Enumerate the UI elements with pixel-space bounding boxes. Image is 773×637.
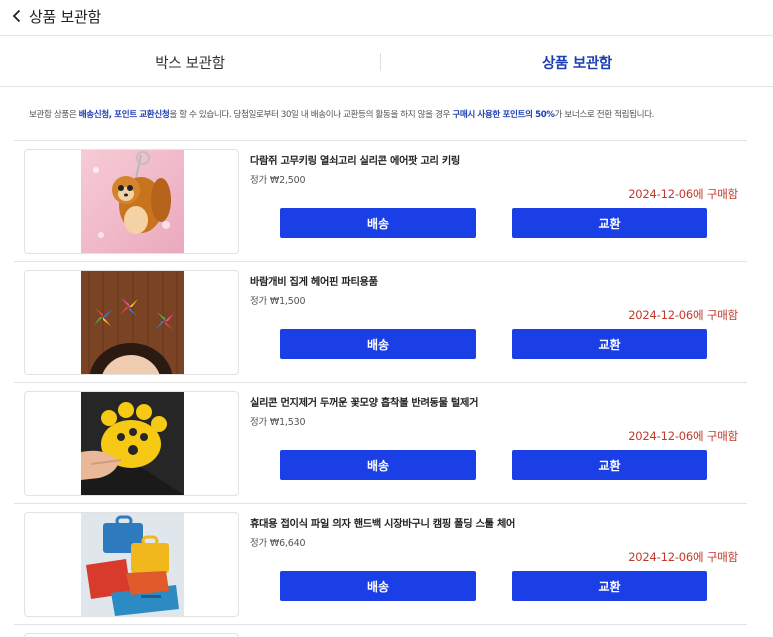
product-name[interactable]: 다람쥐 고무키링 열쇠고리 실리콘 에어팟 고리 키링 <box>250 152 460 167</box>
tab-box-storage[interactable]: 박스 보관함 <box>0 37 380 87</box>
product-item: 다람쥐 고무키링 열쇠고리 실리콘 에어팟 고리 키링 정가 ₩2,500 20… <box>14 140 747 261</box>
product-name[interactable]: 바람개비 집게 헤어핀 파티용품 <box>250 273 378 288</box>
product-item: 실리콘 먼지제거 두꺼운 꽃모양 흡착볼 반려동물 털제거 정가 ₩1,530 … <box>14 382 747 503</box>
product-price: 정가 ₩2,500 <box>250 175 306 186</box>
notice-highlight-1: 배송신청, 포인트 교환신청 <box>78 110 170 120</box>
product-thumbnail[interactable] <box>24 633 239 637</box>
ship-button[interactable]: 배송 <box>280 208 476 238</box>
product-price: 정가 ₩1,500 <box>250 296 306 307</box>
ship-button[interactable]: 배송 <box>280 571 476 601</box>
exchange-button[interactable]: 교환 <box>512 329 707 359</box>
product-name[interactable]: 휴대용 접이식 파일 의자 핸드백 시장바구니 캠핑 폴딩 스툴 체어 <box>250 515 515 530</box>
purchase-date: 2024-12-06에 구매함 <box>628 187 738 201</box>
pinwheel-hairpin-image <box>81 271 184 374</box>
back-button[interactable]: 상품 보관함 <box>11 5 101 27</box>
exchange-button[interactable]: 교환 <box>512 571 707 601</box>
paw-lint-remover-image <box>81 392 184 495</box>
chevron-left-icon <box>12 9 21 23</box>
product-name[interactable]: 실리콘 먼지제거 두꺼운 꽃모양 흡착볼 반려동물 털제거 <box>250 394 478 409</box>
product-thumbnail[interactable] <box>24 391 239 496</box>
product-price: 정가 ₩1,530 <box>250 417 306 428</box>
purchase-date: 2024-12-06에 구매함 <box>628 429 738 443</box>
purchase-date: 2024-12-06에 구매함 <box>628 550 738 564</box>
product-thumbnail[interactable] <box>24 149 239 254</box>
notice-text-2: 을 할 수 있습니다. 당첨일로부터 30일 내 배송이나 교환등의 활동을 하… <box>169 110 453 120</box>
purchase-date: 2024-12-06에 구매함 <box>628 308 738 322</box>
product-item: 바람개비 집게 헤어핀 파티용품 정가 ₩1,500 2024-12-06에 구… <box>14 261 747 382</box>
notice-text-1: 보관함 상품은 <box>29 110 79 120</box>
page-title: 상품 보관함 <box>29 7 101 26</box>
product-list: 다람쥐 고무키링 열쇠고리 실리콘 에어팟 고리 키링 정가 ₩2,500 20… <box>14 140 747 637</box>
folding-stool-image <box>81 513 184 616</box>
tab-bar: 박스 보관함 상품 보관함 <box>0 37 773 87</box>
top-bar: 상품 보관함 <box>0 0 773 36</box>
ship-button[interactable]: 배송 <box>280 329 476 359</box>
squirrel-keyring-image <box>81 150 184 253</box>
product-thumbnail[interactable] <box>24 270 239 375</box>
notice-text: 보관함 상품은 배송신청, 포인트 교환신청을 할 수 있습니다. 당첨일로부터… <box>29 108 654 120</box>
notice-text-3: 가 보너스로 전환 적립됩니다. <box>554 110 655 120</box>
notice-highlight-2: 구매시 사용한 포인트의 50% <box>452 110 555 120</box>
ship-button[interactable]: 배송 <box>280 450 476 480</box>
product-thumbnail[interactable] <box>24 512 239 617</box>
product-price: 정가 ₩6,640 <box>250 538 306 549</box>
exchange-button[interactable]: 교환 <box>512 450 707 480</box>
exchange-button[interactable]: 교환 <box>512 208 707 238</box>
product-item: 휴대용 접이식 파일 의자 핸드백 시장바구니 캠핑 폴딩 스툴 체어 정가 ₩… <box>14 503 747 624</box>
product-item-partial <box>14 624 747 637</box>
tab-product-storage[interactable]: 상품 보관함 <box>381 37 773 87</box>
